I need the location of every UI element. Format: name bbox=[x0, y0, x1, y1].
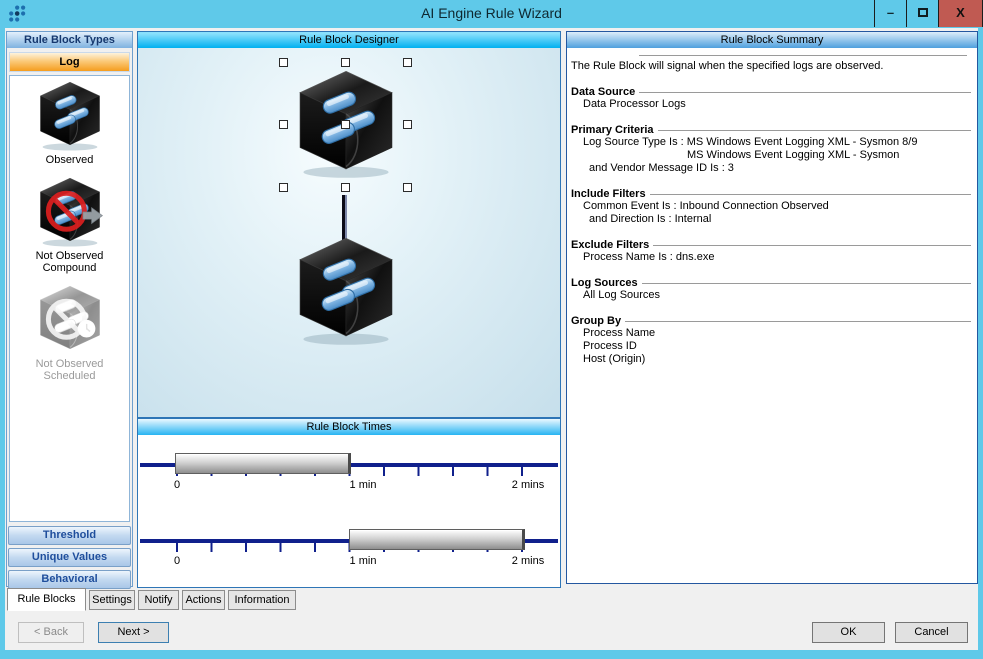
rule-block-summary-header: Rule Block Summary bbox=[567, 32, 977, 48]
slider2-range-bar[interactable] bbox=[349, 529, 525, 550]
not-observed-compound-icon bbox=[32, 176, 108, 248]
selection-handle[interactable] bbox=[341, 183, 350, 192]
behavioral-category-button[interactable]: Behavioral bbox=[8, 570, 131, 589]
type-item-not-observed-compound[interactable]: Not Observed Compound bbox=[10, 176, 129, 280]
threshold-category-button[interactable]: Threshold bbox=[8, 526, 131, 545]
rule-block-types-header: Rule Block Types bbox=[7, 32, 132, 48]
rule-block-designer-header: Rule Block Designer bbox=[138, 32, 560, 48]
slider1-label-0: 0 bbox=[174, 479, 180, 491]
summary-section-group-by: Group By Process Name Process ID Host (O… bbox=[571, 315, 971, 366]
tab-information[interactable]: Information bbox=[228, 590, 296, 610]
close-button[interactable]: X bbox=[938, 0, 983, 27]
slider1-label-1min: 1 min bbox=[350, 479, 377, 491]
selection-handle[interactable] bbox=[279, 120, 288, 129]
tab-notify[interactable]: Notify bbox=[138, 590, 179, 610]
summary-section-exclude-filters: Exclude Filters Process Name Is : dns.ex… bbox=[571, 239, 971, 264]
section-title: Log Sources bbox=[571, 277, 638, 289]
minimize-button[interactable]: – bbox=[874, 0, 906, 27]
type-label: Not Observed Compound bbox=[10, 248, 129, 280]
slider1-label-2mins: 2 mins bbox=[512, 479, 544, 491]
summary-section-primary-criteria: Primary Criteria Log Source Type Is : MS… bbox=[571, 124, 971, 175]
section-divider bbox=[625, 321, 971, 322]
summary-section-data-source: Data Source Data Processor Logs bbox=[571, 86, 971, 111]
window-content: Rule Block Types Log Observed bbox=[5, 28, 978, 650]
close-icon: X bbox=[956, 5, 965, 20]
selection-handle[interactable] bbox=[341, 120, 350, 129]
summary-line: All Log Sources bbox=[571, 289, 971, 302]
slider2-label-0: 0 bbox=[174, 555, 180, 567]
summary-line: MS Windows Event Logging XML - Sysmon bbox=[571, 149, 971, 162]
maximize-button[interactable] bbox=[906, 0, 938, 27]
selection-handle[interactable] bbox=[279, 58, 288, 67]
observed-cube-icon bbox=[32, 80, 108, 152]
rule-block-designer-panel: Rule Block Designer bbox=[137, 31, 561, 418]
slider2-label-2mins: 2 mins bbox=[512, 555, 544, 567]
summary-line: Process Name bbox=[571, 327, 971, 340]
tab-rule-blocks[interactable]: Rule Blocks bbox=[7, 588, 86, 611]
not-observed-scheduled-icon bbox=[32, 284, 108, 356]
summary-line: Common Event Is : Inbound Connection Obs… bbox=[571, 200, 971, 213]
window-title: AI Engine Rule Wizard bbox=[0, 5, 983, 21]
maximize-icon bbox=[918, 8, 928, 17]
summary-line: Data Processor Logs bbox=[571, 98, 971, 111]
rule-block-type-list: Observed Not Observed Compound bbox=[9, 75, 130, 522]
section-divider bbox=[639, 92, 971, 93]
section-divider bbox=[650, 194, 971, 195]
section-divider bbox=[642, 283, 971, 284]
summary-top-divider bbox=[639, 55, 967, 56]
selection-handle[interactable] bbox=[403, 120, 412, 129]
slider1-range-bar[interactable] bbox=[175, 453, 351, 474]
selection-handle[interactable] bbox=[403, 183, 412, 192]
selection-handle[interactable] bbox=[341, 58, 350, 67]
next-button[interactable]: Next > bbox=[98, 622, 169, 643]
type-item-observed[interactable]: Observed bbox=[10, 80, 129, 172]
summary-intro: The Rule Block will signal when the spec… bbox=[571, 60, 971, 72]
ok-button[interactable]: OK bbox=[812, 622, 885, 643]
summary-line: Log Source Type Is : MS Windows Event Lo… bbox=[571, 136, 971, 149]
log-type-button[interactable]: Log bbox=[9, 52, 130, 72]
summary-line: Process Name Is : dns.exe bbox=[571, 251, 971, 264]
tab-settings[interactable]: Settings bbox=[89, 590, 135, 610]
rule-block-times-panel: Rule Block Times 0 1 min 2 mins 0 1 min … bbox=[137, 418, 561, 588]
summary-line: and Vendor Message ID Is : 3 bbox=[571, 162, 971, 175]
ai-engine-rule-wizard-window: AI Engine Rule Wizard – X Rule Block Typ… bbox=[0, 0, 983, 659]
designer-canvas[interactable] bbox=[138, 48, 560, 417]
summary-section-include-filters: Include Filters Common Event Is : Inboun… bbox=[571, 188, 971, 226]
unique-values-category-button[interactable]: Unique Values bbox=[8, 548, 131, 567]
rule-block-summary-panel: Rule Block Summary The Rule Block will s… bbox=[566, 31, 978, 584]
section-title: Data Source bbox=[571, 86, 635, 98]
section-title: Exclude Filters bbox=[571, 239, 649, 251]
summary-body: The Rule Block will signal when the spec… bbox=[567, 48, 977, 583]
rule-block-cube-bottom[interactable] bbox=[290, 232, 402, 350]
summary-line: Process ID bbox=[571, 340, 971, 353]
rule-block-times-header: Rule Block Times bbox=[138, 419, 560, 435]
type-label: Not Observed Scheduled bbox=[10, 356, 129, 388]
summary-line: Host (Origin) bbox=[571, 353, 971, 366]
title-bar[interactable]: AI Engine Rule Wizard – X bbox=[0, 0, 983, 28]
section-title: Include Filters bbox=[571, 188, 646, 200]
section-divider bbox=[658, 130, 971, 131]
selection-handle[interactable] bbox=[279, 183, 288, 192]
summary-line: and Direction Is : Internal bbox=[571, 213, 971, 226]
rule-block-types-panel: Rule Block Types Log Observed bbox=[6, 31, 133, 587]
minimize-icon: – bbox=[887, 5, 894, 20]
section-divider bbox=[653, 245, 971, 246]
type-label: Observed bbox=[10, 152, 129, 172]
section-title: Primary Criteria bbox=[571, 124, 654, 136]
tab-actions[interactable]: Actions bbox=[182, 590, 225, 610]
back-button: < Back bbox=[18, 622, 84, 643]
type-item-not-observed-scheduled: Not Observed Scheduled bbox=[10, 284, 129, 388]
times-body: 0 1 min 2 mins 0 1 min 2 mins bbox=[138, 435, 560, 587]
slider2-label-1min: 1 min bbox=[350, 555, 377, 567]
summary-section-log-sources: Log Sources All Log Sources bbox=[571, 277, 971, 302]
section-title: Group By bbox=[571, 315, 621, 327]
selection-handle[interactable] bbox=[403, 58, 412, 67]
cancel-button[interactable]: Cancel bbox=[895, 622, 968, 643]
